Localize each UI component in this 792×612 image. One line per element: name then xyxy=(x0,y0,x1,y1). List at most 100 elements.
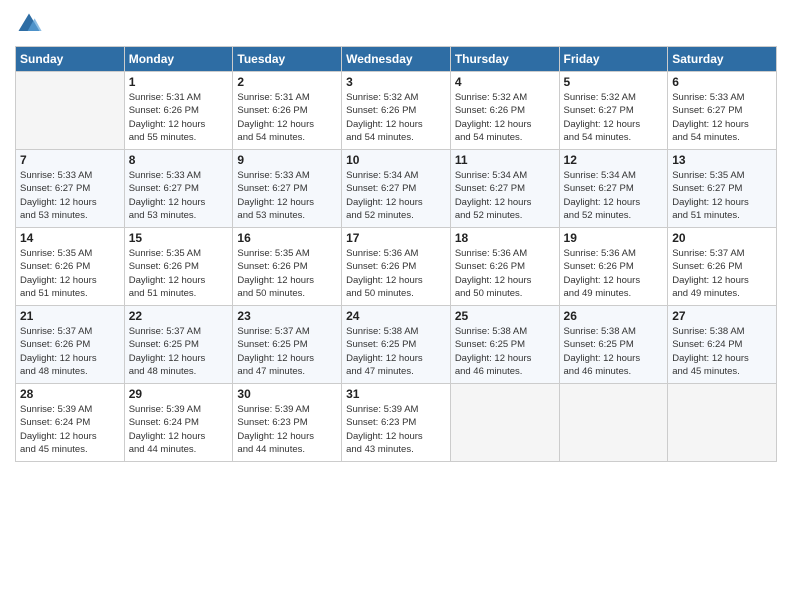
week-row-5: 28 Sunrise: 5:39 AM Sunset: 6:24 PM Dayli… xyxy=(16,384,777,462)
page: SundayMondayTuesdayWednesdayThursdayFrid… xyxy=(0,0,792,472)
day-cell: 3 Sunrise: 5:32 AM Sunset: 6:26 PM Daylig… xyxy=(342,72,451,150)
week-row-4: 21 Sunrise: 5:37 AM Sunset: 6:26 PM Dayli… xyxy=(16,306,777,384)
day-number: 5 xyxy=(564,75,664,89)
day-cell xyxy=(559,384,668,462)
day-cell: 26 Sunrise: 5:38 AM Sunset: 6:25 PM Dayli… xyxy=(559,306,668,384)
calendar-table: SundayMondayTuesdayWednesdayThursdayFrid… xyxy=(15,46,777,462)
day-info: Sunrise: 5:35 AM Sunset: 6:26 PM Dayligh… xyxy=(129,247,229,300)
day-cell: 7 Sunrise: 5:33 AM Sunset: 6:27 PM Daylig… xyxy=(16,150,125,228)
day-info: Sunrise: 5:39 AM Sunset: 6:24 PM Dayligh… xyxy=(129,403,229,456)
header-row: SundayMondayTuesdayWednesdayThursdayFrid… xyxy=(16,47,777,72)
day-info: Sunrise: 5:33 AM Sunset: 6:27 PM Dayligh… xyxy=(20,169,120,222)
day-number: 10 xyxy=(346,153,446,167)
day-cell: 25 Sunrise: 5:38 AM Sunset: 6:25 PM Dayli… xyxy=(450,306,559,384)
day-number: 4 xyxy=(455,75,555,89)
day-info: Sunrise: 5:32 AM Sunset: 6:27 PM Dayligh… xyxy=(564,91,664,144)
day-cell: 17Sunrise: 5:36 AM Sunset: 6:26 PM Dayli… xyxy=(342,228,451,306)
week-row-2: 7 Sunrise: 5:33 AM Sunset: 6:27 PM Daylig… xyxy=(16,150,777,228)
day-info: Sunrise: 5:39 AM Sunset: 6:23 PM Dayligh… xyxy=(346,403,446,456)
day-number: 30 xyxy=(237,387,337,401)
day-number: 13 xyxy=(672,153,772,167)
day-number: 28 xyxy=(20,387,120,401)
day-cell: 15 Sunrise: 5:35 AM Sunset: 6:26 PM Dayli… xyxy=(124,228,233,306)
day-cell: 22 Sunrise: 5:37 AM Sunset: 6:25 PM Dayli… xyxy=(124,306,233,384)
day-number: 20 xyxy=(672,231,772,245)
day-number: 23 xyxy=(237,309,337,323)
col-header-monday: Monday xyxy=(124,47,233,72)
day-info: Sunrise: 5:37 AM Sunset: 6:26 PM Dayligh… xyxy=(20,325,120,378)
col-header-saturday: Saturday xyxy=(668,47,777,72)
col-header-tuesday: Tuesday xyxy=(233,47,342,72)
day-info: Sunrise: 5:38 AM Sunset: 6:25 PM Dayligh… xyxy=(346,325,446,378)
day-info: Sunrise: 5:33 AM Sunset: 6:27 PM Dayligh… xyxy=(237,169,337,222)
day-number: 27 xyxy=(672,309,772,323)
day-cell: 5 Sunrise: 5:32 AM Sunset: 6:27 PM Daylig… xyxy=(559,72,668,150)
day-info: Sunrise: 5:35 AM Sunset: 6:27 PM Dayligh… xyxy=(672,169,772,222)
day-number: 21 xyxy=(20,309,120,323)
col-header-friday: Friday xyxy=(559,47,668,72)
day-info: Sunrise: 5:38 AM Sunset: 6:25 PM Dayligh… xyxy=(455,325,555,378)
day-cell xyxy=(668,384,777,462)
day-cell: 30Sunrise: 5:39 AM Sunset: 6:23 PM Dayli… xyxy=(233,384,342,462)
day-cell: 23 Sunrise: 5:37 AM Sunset: 6:25 PM Dayli… xyxy=(233,306,342,384)
col-header-sunday: Sunday xyxy=(16,47,125,72)
day-number: 7 xyxy=(20,153,120,167)
day-cell: 20 Sunrise: 5:37 AM Sunset: 6:26 PM Dayli… xyxy=(668,228,777,306)
day-number: 16 xyxy=(237,231,337,245)
day-info: Sunrise: 5:34 AM Sunset: 6:27 PM Dayligh… xyxy=(346,169,446,222)
day-number: 15 xyxy=(129,231,229,245)
day-cell: 4 Sunrise: 5:32 AM Sunset: 6:26 PM Daylig… xyxy=(450,72,559,150)
day-info: Sunrise: 5:33 AM Sunset: 6:27 PM Dayligh… xyxy=(672,91,772,144)
day-number: 24 xyxy=(346,309,446,323)
day-cell: 31 Sunrise: 5:39 AM Sunset: 6:23 PM Dayli… xyxy=(342,384,451,462)
day-info: Sunrise: 5:36 AM Sunset: 6:26 PM Dayligh… xyxy=(346,247,446,300)
day-number: 9 xyxy=(237,153,337,167)
day-cell: 18Sunrise: 5:36 AM Sunset: 6:26 PM Dayli… xyxy=(450,228,559,306)
day-number: 14 xyxy=(20,231,120,245)
day-cell: 6 Sunrise: 5:33 AM Sunset: 6:27 PM Daylig… xyxy=(668,72,777,150)
day-info: Sunrise: 5:37 AM Sunset: 6:26 PM Dayligh… xyxy=(672,247,772,300)
day-cell: 24 Sunrise: 5:38 AM Sunset: 6:25 PM Dayli… xyxy=(342,306,451,384)
day-info: Sunrise: 5:36 AM Sunset: 6:26 PM Dayligh… xyxy=(564,247,664,300)
day-info: Sunrise: 5:35 AM Sunset: 6:26 PM Dayligh… xyxy=(237,247,337,300)
day-info: Sunrise: 5:34 AM Sunset: 6:27 PM Dayligh… xyxy=(564,169,664,222)
week-row-3: 14 Sunrise: 5:35 AM Sunset: 6:26 PM Dayli… xyxy=(16,228,777,306)
day-info: Sunrise: 5:35 AM Sunset: 6:26 PM Dayligh… xyxy=(20,247,120,300)
week-row-1: 1 Sunrise: 5:31 AM Sunset: 6:26 PM Daylig… xyxy=(16,72,777,150)
day-number: 1 xyxy=(129,75,229,89)
day-info: Sunrise: 5:31 AM Sunset: 6:26 PM Dayligh… xyxy=(237,91,337,144)
day-cell: 8Sunrise: 5:33 AM Sunset: 6:27 PM Daylig… xyxy=(124,150,233,228)
logo xyxy=(15,10,46,38)
day-cell: 28 Sunrise: 5:39 AM Sunset: 6:24 PM Dayli… xyxy=(16,384,125,462)
day-cell: 14 Sunrise: 5:35 AM Sunset: 6:26 PM Dayli… xyxy=(16,228,125,306)
day-number: 25 xyxy=(455,309,555,323)
day-info: Sunrise: 5:31 AM Sunset: 6:26 PM Dayligh… xyxy=(129,91,229,144)
day-cell: 13 Sunrise: 5:35 AM Sunset: 6:27 PM Dayli… xyxy=(668,150,777,228)
day-info: Sunrise: 5:37 AM Sunset: 6:25 PM Dayligh… xyxy=(129,325,229,378)
day-cell: 21 Sunrise: 5:37 AM Sunset: 6:26 PM Dayli… xyxy=(16,306,125,384)
day-cell: 29 Sunrise: 5:39 AM Sunset: 6:24 PM Dayli… xyxy=(124,384,233,462)
day-info: Sunrise: 5:32 AM Sunset: 6:26 PM Dayligh… xyxy=(346,91,446,144)
day-cell: 2Sunrise: 5:31 AM Sunset: 6:26 PM Daylig… xyxy=(233,72,342,150)
day-number: 8 xyxy=(129,153,229,167)
day-info: Sunrise: 5:37 AM Sunset: 6:25 PM Dayligh… xyxy=(237,325,337,378)
day-number: 19 xyxy=(564,231,664,245)
day-number: 31 xyxy=(346,387,446,401)
day-number: 29 xyxy=(129,387,229,401)
day-number: 18 xyxy=(455,231,555,245)
day-cell xyxy=(450,384,559,462)
day-cell xyxy=(16,72,125,150)
day-cell: 11Sunrise: 5:34 AM Sunset: 6:27 PM Dayli… xyxy=(450,150,559,228)
day-number: 12 xyxy=(564,153,664,167)
day-info: Sunrise: 5:38 AM Sunset: 6:25 PM Dayligh… xyxy=(564,325,664,378)
day-info: Sunrise: 5:32 AM Sunset: 6:26 PM Dayligh… xyxy=(455,91,555,144)
day-cell: 10 Sunrise: 5:34 AM Sunset: 6:27 PM Dayli… xyxy=(342,150,451,228)
day-cell: 12 Sunrise: 5:34 AM Sunset: 6:27 PM Dayli… xyxy=(559,150,668,228)
day-number: 3 xyxy=(346,75,446,89)
day-info: Sunrise: 5:39 AM Sunset: 6:24 PM Dayligh… xyxy=(20,403,120,456)
header xyxy=(15,10,777,38)
day-cell: 1 Sunrise: 5:31 AM Sunset: 6:26 PM Daylig… xyxy=(124,72,233,150)
day-number: 26 xyxy=(564,309,664,323)
day-number: 22 xyxy=(129,309,229,323)
day-number: 6 xyxy=(672,75,772,89)
